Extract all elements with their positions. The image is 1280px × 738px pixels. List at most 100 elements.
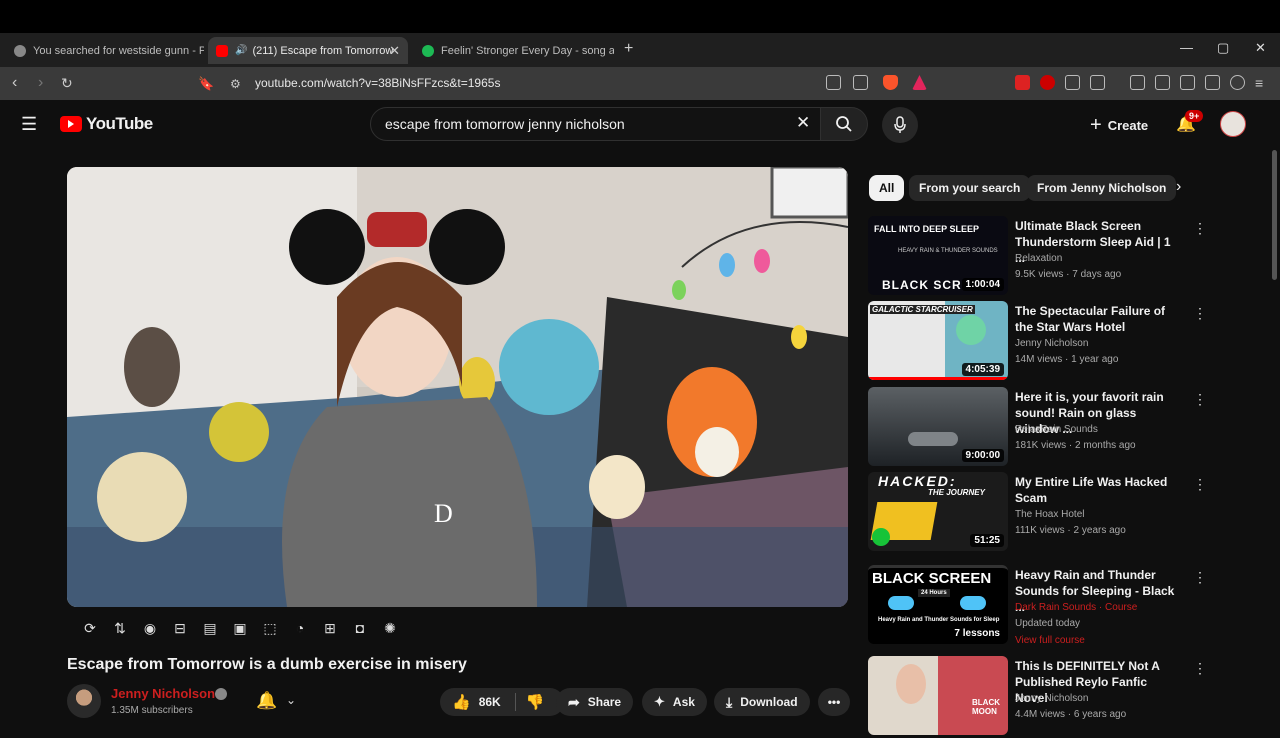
video-frame-image: D (67, 167, 848, 607)
loop-icon[interactable]: ⟳ (80, 618, 100, 638)
more-vert-icon[interactable]: ⋮ (1193, 391, 1207, 408)
extensions-icon[interactable] (1065, 75, 1080, 90)
cloud-icon (888, 596, 914, 610)
like-icon[interactable]: 👍 (452, 693, 471, 711)
share-button[interactable]: ➦ Share (556, 688, 634, 716)
tab-westside-gunn[interactable]: You searched for westside gunn - Par (6, 37, 204, 64)
sleeping-person-image (908, 432, 958, 446)
video-title: Escape from Tomorrow is a dumb exercise … (67, 656, 467, 673)
chip-all[interactable]: All (869, 175, 905, 201)
menu-icon[interactable]: ≡ (1255, 75, 1263, 91)
view-full-course-link[interactable]: View full course (1015, 635, 1085, 646)
avatar[interactable] (1220, 111, 1246, 137)
audio-playing-icon: 🔊 (235, 45, 248, 56)
green-badge-icon (872, 528, 890, 546)
course-thumbnail[interactable]: BLACK SCREEN 24 Hours Heavy Rain and Thu… (868, 565, 1008, 644)
search-input[interactable]: escape from tomorrow jenny nicholson (370, 107, 825, 141)
create-button[interactable]: + Create (1090, 114, 1148, 137)
reload-icon[interactable]: ↻ (61, 75, 73, 92)
video-thumbnail[interactable]: BLACK MOON (868, 656, 1008, 735)
tab-escape-from-tomorrow[interactable]: 🔊 (211) Escape from Tomorrow ✕ (208, 37, 408, 64)
voice-search-button[interactable] (882, 107, 918, 143)
subscriber-count: 1.35M subscribers (111, 705, 193, 716)
video-player[interactable]: D (67, 167, 848, 607)
back-icon[interactable]: ‹ (12, 74, 17, 92)
recommended-video[interactable]: 9:00:00 Here it is, your favorit rain so… (868, 387, 1268, 469)
video-thumbnail[interactable]: GALACTIC STARCRUISER 4:05:39 (868, 301, 1008, 380)
more-vert-icon[interactable]: ⋮ (1193, 220, 1207, 237)
adblock-icon[interactable] (1040, 75, 1055, 90)
sidebar-icon[interactable] (1155, 75, 1170, 90)
search-icon (836, 116, 852, 132)
mini-player-icon[interactable]: ⬚ (260, 618, 280, 638)
forward-icon[interactable]: › (38, 74, 43, 92)
like-dislike-group: 👍 86K 👎 (440, 688, 564, 716)
chip-from-jenny-nicholson[interactable]: From Jenny Nicholson (1027, 175, 1177, 201)
download-icon: ⤓ (726, 693, 733, 710)
maximize-icon[interactable]: ▢ (1217, 40, 1229, 56)
more-vert-icon[interactable]: ⋮ (1193, 569, 1207, 586)
dislike-icon[interactable]: 👎 (526, 693, 545, 711)
microphone-icon (894, 116, 906, 133)
video-thumbnail[interactable]: 9:00:00 (868, 387, 1008, 466)
notification-badge: 9+ (1185, 110, 1204, 122)
new-tab-icon[interactable]: + (624, 40, 633, 58)
wallet-icon[interactable] (1180, 75, 1195, 90)
channel-avatar[interactable] (67, 684, 101, 718)
more-vert-icon[interactable]: ⋮ (1193, 660, 1207, 677)
clapper-icon[interactable]: ▤ (200, 618, 220, 638)
video-thumbnail[interactable]: FALL INTO DEEP SLEEP HEAVY RAIN & THUNDE… (868, 216, 1008, 295)
picture-in-picture-icon[interactable]: ▣ (230, 618, 250, 638)
site-info-icon[interactable]: ⚙ (230, 77, 241, 91)
more-vert-icon[interactable]: ⋮ (1193, 476, 1207, 493)
recommended-video[interactable]: FALL INTO DEEP SLEEP HEAVY RAIN & THUNDE… (868, 216, 1268, 298)
url-field[interactable]: youtube.com/watch?v=38BiNsFFzcs&t=1965s (255, 76, 500, 90)
recommended-course[interactable]: BLACK SCREEN 24 Hours Heavy Rain and Thu… (868, 565, 1268, 647)
share-page-icon[interactable] (853, 75, 868, 90)
page-scrollbar[interactable] (1272, 150, 1277, 280)
video-thumbnail[interactable]: HACKED: THE JOURNEY 51:25 (868, 472, 1008, 551)
chips-next-icon[interactable]: › (1176, 178, 1181, 196)
sort-icon[interactable]: ⇅ (110, 618, 130, 638)
cast-icon[interactable] (826, 75, 841, 90)
extension-red-icon[interactable] (1015, 75, 1030, 90)
chip-from-your-search[interactable]: From your search (909, 175, 1031, 201)
recommended-video[interactable]: BLACK MOON This Is DEFINITELY Not A Publ… (868, 656, 1268, 738)
speed-icon[interactable]: ◔ (290, 618, 310, 638)
brave-shield-icon[interactable] (883, 75, 898, 90)
more-vert-icon[interactable]: ⋮ (1193, 305, 1207, 322)
hamburger-menu-icon[interactable]: ☰ (21, 114, 37, 135)
spotify-icon (422, 44, 434, 57)
close-tab-icon[interactable]: ✕ (389, 43, 400, 59)
youtube-logo[interactable]: YouTube (60, 114, 153, 134)
camera-icon[interactable]: ◘ (350, 618, 370, 638)
download-button[interactable]: ⤓ Download (714, 688, 810, 716)
broadcast-icon[interactable]: ◉ (140, 618, 160, 638)
svg-text:D: D (434, 499, 453, 528)
recommended-video[interactable]: HACKED: THE JOURNEY 51:25 My Entire Life… (868, 472, 1268, 554)
like-count[interactable]: 86K (479, 695, 501, 709)
clear-search-icon[interactable]: ✕ (796, 113, 810, 133)
enhance-icon[interactable]: ⊞ (320, 618, 340, 638)
globe-icon (14, 44, 26, 57)
cloud-icon (960, 596, 986, 610)
tab-feelin-stronger[interactable]: Feelin' Stronger Every Day - song and (414, 37, 614, 64)
minimize-icon[interactable]: — (1180, 40, 1193, 55)
recommended-video[interactable]: GALACTIC STARCRUISER 4:05:39 The Spectac… (868, 301, 1268, 383)
more-actions-button[interactable]: ••• (818, 688, 850, 716)
window-close-icon[interactable]: ✕ (1255, 40, 1266, 56)
subscribed-bell-icon[interactable]: 🔔 (256, 691, 277, 711)
ask-button[interactable]: ✦ Ask (642, 688, 707, 716)
search-button[interactable] (820, 107, 868, 141)
bookmark-icon[interactable]: 🔖 (198, 76, 214, 92)
leo-ai-icon[interactable] (1205, 75, 1220, 90)
share-icon: ➦ (568, 693, 580, 710)
filter-view-icon[interactable]: ⊟ (170, 618, 190, 638)
media-controls-icon[interactable] (1130, 75, 1145, 90)
sparkle-icon: ✦ (654, 694, 665, 709)
channel-name[interactable]: Jenny Nicholson (111, 686, 215, 701)
screenshot-icon[interactable] (1090, 75, 1105, 90)
settings-gear-icon[interactable]: ✺ (380, 618, 400, 638)
subscription-dropdown-icon[interactable]: ⌄ (286, 693, 296, 707)
vpn-icon[interactable] (1230, 75, 1245, 90)
